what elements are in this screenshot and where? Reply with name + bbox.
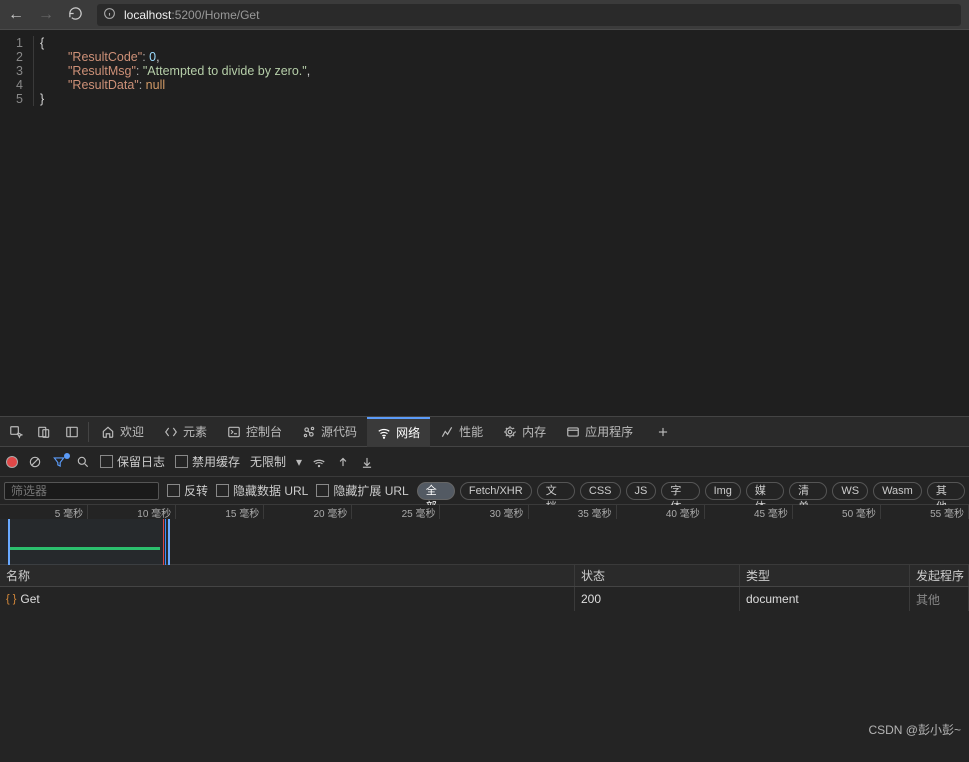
browser-bar: ← → localhost:5200/Home/Get bbox=[0, 0, 969, 30]
tab-console[interactable]: 控制台 bbox=[217, 417, 292, 447]
back-button[interactable]: ← bbox=[8, 6, 24, 24]
network-table: 名称 状态 类型 发起程序 { }Get200document其他 bbox=[0, 565, 969, 762]
devtools-panel: 欢迎元素控制台源代码网络性能内存应用程序 保留日志 禁用缓存 无限制 ▾ bbox=[0, 416, 969, 762]
forward-button[interactable]: → bbox=[38, 6, 54, 24]
tab-elements[interactable]: 元素 bbox=[154, 417, 217, 447]
tab-performance[interactable]: 性能 bbox=[430, 417, 493, 447]
filter-type-媒体[interactable]: 媒体 bbox=[746, 482, 784, 500]
column-header-initiator[interactable]: 发起程序 bbox=[910, 565, 969, 586]
network-toolbar: 保留日志 禁用缓存 无限制 ▾ bbox=[0, 447, 969, 477]
filter-type-全部[interactable]: 全部 bbox=[417, 482, 455, 500]
column-header-name[interactable]: 名称 bbox=[0, 565, 575, 586]
download-button[interactable] bbox=[360, 455, 374, 469]
json-viewer: 1{2"ResultCode": 0,3"ResultMsg": "Attemp… bbox=[0, 30, 969, 416]
column-header-type[interactable]: 类型 bbox=[740, 565, 910, 586]
network-filter-row: 反转 隐藏数据 URL 隐藏扩展 URL 全部 Fetch/XHR 文档 CSS JS字… bbox=[0, 477, 969, 505]
filter-input[interactable] bbox=[4, 482, 159, 500]
tab-memory[interactable]: 内存 bbox=[493, 417, 556, 447]
info-icon bbox=[103, 7, 116, 23]
filter-type-Fetch/XHR[interactable]: Fetch/XHR bbox=[460, 482, 532, 500]
disable-cache-checkbox[interactable]: 禁用缓存 bbox=[175, 453, 240, 470]
record-button[interactable] bbox=[6, 456, 18, 468]
tab-application[interactable]: 应用程序 bbox=[556, 417, 643, 447]
search-button[interactable] bbox=[76, 455, 90, 469]
devtools-tabs: 欢迎元素控制台源代码网络性能内存应用程序 bbox=[0, 417, 969, 447]
hide-data-url-checkbox[interactable]: 隐藏数据 URL bbox=[216, 482, 308, 499]
filter-type-其他[interactable]: 其他 bbox=[927, 482, 965, 500]
filter-type-JS[interactable]: JS bbox=[626, 482, 657, 500]
filter-type-字体[interactable]: 字体 bbox=[661, 482, 699, 500]
tab-welcome[interactable]: 欢迎 bbox=[91, 417, 154, 447]
filter-type-CSS[interactable]: CSS bbox=[580, 482, 621, 500]
device-toggle-button[interactable] bbox=[30, 418, 58, 446]
clear-button[interactable] bbox=[28, 455, 42, 469]
timeline-request-bar bbox=[10, 547, 160, 550]
reload-button[interactable] bbox=[68, 6, 83, 24]
network-conditions-button[interactable] bbox=[312, 455, 326, 469]
filter-type-Img[interactable]: Img bbox=[705, 482, 741, 500]
request-row[interactable]: { }Get200document其他 bbox=[0, 587, 969, 611]
inspect-button[interactable] bbox=[2, 418, 30, 446]
filter-type-清单[interactable]: 清单 bbox=[789, 482, 827, 500]
tab-network[interactable]: 网络 bbox=[367, 417, 430, 447]
upload-button[interactable] bbox=[336, 455, 350, 469]
filter-type-文档[interactable]: 文档 bbox=[537, 482, 575, 500]
filter-type-WS[interactable]: WS bbox=[832, 482, 868, 500]
network-timeline[interactable]: 5 毫秒10 毫秒15 毫秒20 毫秒25 毫秒30 毫秒35 毫秒40 毫秒4… bbox=[0, 505, 969, 565]
throttling-caret-icon[interactable]: ▾ bbox=[296, 455, 302, 469]
add-tab-button[interactable] bbox=[649, 418, 677, 446]
url-bar[interactable]: localhost:5200/Home/Get bbox=[97, 4, 961, 26]
sidebar-toggle-button[interactable] bbox=[58, 418, 86, 446]
url-text: localhost:5200/Home/Get bbox=[124, 8, 259, 22]
preserve-log-checkbox[interactable]: 保留日志 bbox=[100, 453, 165, 470]
filter-toggle-button[interactable] bbox=[52, 455, 66, 469]
throttling-select[interactable]: 无限制 bbox=[250, 453, 286, 470]
tab-sources[interactable]: 源代码 bbox=[292, 417, 367, 447]
column-header-status[interactable]: 状态 bbox=[575, 565, 740, 586]
hide-ext-url-checkbox[interactable]: 隐藏扩展 URL bbox=[316, 482, 408, 499]
invert-checkbox[interactable]: 反转 bbox=[167, 482, 208, 499]
filter-type-Wasm[interactable]: Wasm bbox=[873, 482, 922, 500]
